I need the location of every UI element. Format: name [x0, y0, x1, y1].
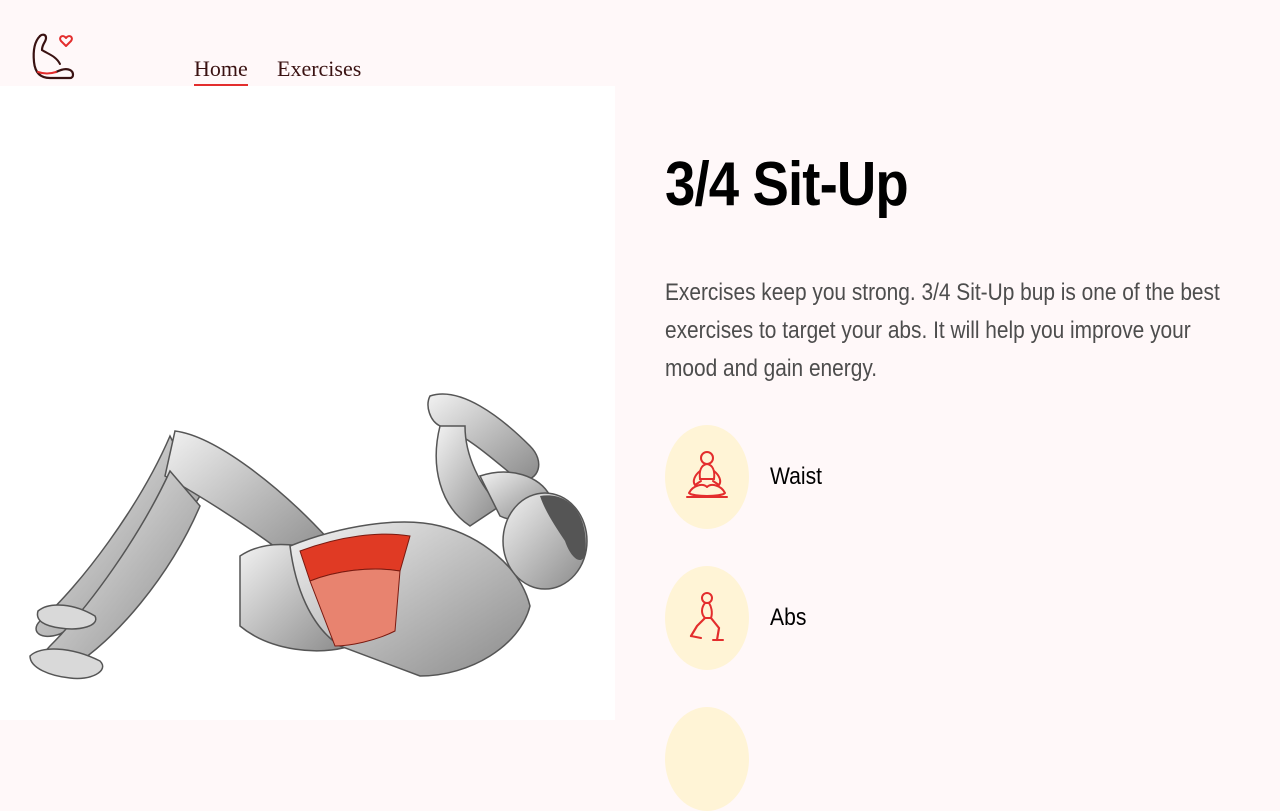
- exercise-title: 3/4 Sit-Up: [665, 150, 909, 219]
- exercise-description: Exercises keep you strong. 3/4 Sit-Up bu…: [665, 279, 1220, 382]
- tag-icon-circle: [665, 707, 749, 811]
- tag-label-abs: Abs: [770, 604, 807, 631]
- exercise-detail: 3/4 Sit-Up Exercises keep you strong. 3/…: [665, 140, 1245, 382]
- tag-third: [665, 707, 770, 811]
- tag-icon-circle: [665, 425, 749, 529]
- lunge-pose-icon: [689, 592, 724, 642]
- tag-waist: Waist: [665, 425, 829, 529]
- tag-label-waist: Waist: [770, 463, 823, 490]
- nav-link-home[interactable]: Home: [194, 56, 248, 87]
- navbar: Home Exercises: [0, 0, 1280, 87]
- meditation-pose-icon: [686, 451, 728, 498]
- exercise-image: [0, 86, 615, 720]
- logo-icon[interactable]: [30, 28, 78, 84]
- nav-link-exercises[interactable]: Exercises: [277, 56, 361, 82]
- tag-abs: Abs: [665, 566, 811, 670]
- tag-icon-circle: [665, 566, 749, 670]
- sit-up-illustration: [29, 393, 588, 680]
